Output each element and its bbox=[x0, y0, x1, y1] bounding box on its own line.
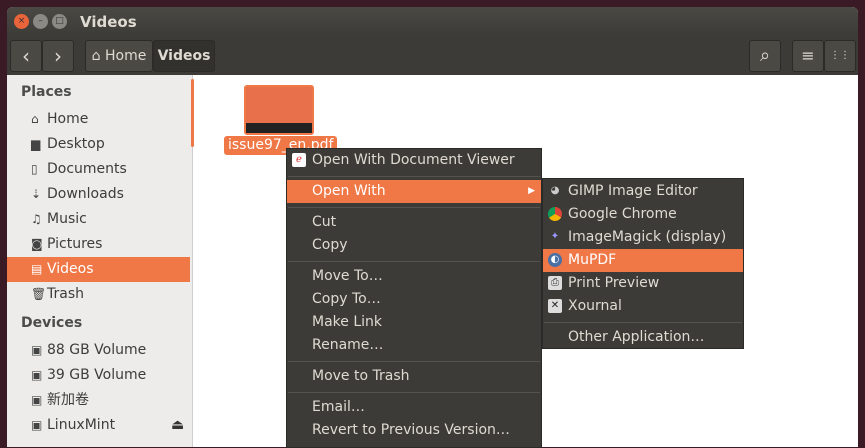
app-xournal[interactable]: ✕ Xournal bbox=[543, 295, 743, 318]
app-chrome[interactable]: Google Chrome bbox=[543, 203, 743, 226]
submenu-arrow-icon: ▶ bbox=[528, 186, 535, 196]
document-icon: ▯ bbox=[31, 162, 38, 176]
sidebar-item-downloads[interactable]: ⇣ Downloads bbox=[7, 182, 190, 207]
sidebar: Places ⌂ Home ▆ Desktop ▯ Documents ⇣ Downlo… bbox=[7, 75, 193, 447]
label: Downloads bbox=[47, 186, 124, 202]
breadcrumb-videos[interactable]: Videos bbox=[153, 40, 215, 72]
list-view-button[interactable]: ≡ bbox=[792, 40, 824, 72]
folder-icon: ▆ bbox=[31, 137, 41, 151]
search-button[interactable]: ⌕ bbox=[749, 40, 781, 72]
crumb-label: Home bbox=[105, 48, 147, 64]
menu-open-with-document-viewer[interactable]: ℯ Open With Document Viewer bbox=[287, 149, 541, 172]
menu-revert[interactable]: Revert to Previous Version… bbox=[287, 419, 541, 442]
close-button[interactable]: × bbox=[14, 14, 29, 29]
menu-copy[interactable]: Copy bbox=[287, 234, 541, 257]
label: Trash bbox=[47, 286, 84, 302]
label: Music bbox=[47, 211, 87, 227]
sidebar-item-volume[interactable]: ▣ 新加卷 bbox=[7, 388, 190, 413]
mupdf-icon: ◐ bbox=[548, 253, 562, 267]
menu-copy-to[interactable]: Copy To… bbox=[287, 288, 541, 311]
app-gimp[interactable]: ◕ GIMP Image Editor bbox=[543, 180, 743, 203]
forward-button[interactable]: › bbox=[42, 40, 74, 72]
sidebar-item-88gb[interactable]: ▣ 88 GB Volume bbox=[7, 338, 190, 363]
places-heading: Places bbox=[21, 84, 72, 100]
label: Desktop bbox=[47, 136, 105, 152]
chrome-icon bbox=[548, 207, 562, 221]
app-imagemagick[interactable]: ✦ ImageMagick (display) bbox=[543, 226, 743, 249]
sidebar-scrollbar[interactable] bbox=[191, 79, 194, 147]
app-print-preview[interactable]: ⎙ Print Preview bbox=[543, 272, 743, 295]
open-with-submenu: ◕ GIMP Image Editor Google Chrome ✦ ImageM… bbox=[542, 178, 744, 349]
label: Home bbox=[47, 111, 89, 127]
film-icon: ▤ bbox=[31, 262, 43, 276]
imagemagick-icon: ✦ bbox=[550, 231, 560, 242]
label: Videos bbox=[47, 261, 94, 277]
document-viewer-icon: ℯ bbox=[292, 153, 306, 167]
breadcrumb-home[interactable]: ⌂ Home bbox=[85, 40, 153, 72]
thumbnail-footer bbox=[246, 123, 312, 133]
trash-icon: 🗑 bbox=[31, 287, 47, 301]
grid-icon: ⋮⋮ bbox=[830, 50, 850, 61]
drive-icon: ▣ bbox=[31, 343, 43, 357]
list-icon: ≡ bbox=[801, 46, 815, 65]
maximize-button[interactable]: □ bbox=[52, 14, 67, 29]
sidebar-item-linuxmint[interactable]: ▣ LinuxMint ⏏ bbox=[7, 413, 190, 438]
menu-cut[interactable]: Cut bbox=[287, 211, 541, 234]
drive-icon: ▣ bbox=[31, 393, 43, 407]
title-bar: × – □ Videos bbox=[7, 7, 858, 37]
label: MuPDF bbox=[568, 252, 617, 268]
label: Open With bbox=[312, 183, 386, 199]
window-title: Videos bbox=[80, 13, 137, 31]
eject-icon[interactable]: ⏏ bbox=[171, 413, 184, 438]
label: Google Chrome bbox=[568, 206, 677, 222]
label: ImageMagick (display) bbox=[568, 229, 727, 245]
label: Print Preview bbox=[568, 275, 660, 291]
label: Open With Document Viewer bbox=[312, 152, 515, 168]
camera-icon: ◙ bbox=[31, 237, 43, 251]
home-icon: ⌂ bbox=[91, 48, 101, 64]
drive-icon: ▣ bbox=[31, 418, 43, 432]
file-thumbnail[interactable] bbox=[244, 85, 314, 135]
devices-heading: Devices bbox=[21, 315, 83, 331]
sidebar-item-desktop[interactable]: ▆ Desktop bbox=[7, 132, 190, 157]
label: Documents bbox=[47, 161, 127, 177]
menu-make-link[interactable]: Make Link bbox=[287, 311, 541, 334]
sidebar-item-music[interactable]: ♫ Music bbox=[7, 207, 190, 232]
label: 新加卷 bbox=[47, 392, 89, 408]
gimp-icon: ◕ bbox=[550, 185, 560, 196]
back-button[interactable]: ‹ bbox=[10, 40, 42, 72]
home-icon: ⌂ bbox=[31, 112, 39, 126]
menu-move-to[interactable]: Move To… bbox=[287, 265, 541, 288]
music-icon: ♫ bbox=[31, 212, 42, 226]
label: LinuxMint bbox=[47, 417, 116, 433]
search-icon: ⌕ bbox=[759, 45, 771, 66]
menu-email[interactable]: Email… bbox=[287, 396, 541, 419]
label: Xournal bbox=[568, 298, 622, 314]
sidebar-item-home[interactable]: ⌂ Home bbox=[7, 107, 190, 132]
label: 39 GB Volume bbox=[47, 367, 147, 383]
label: GIMP Image Editor bbox=[568, 183, 698, 199]
printer-icon: ⎙ bbox=[548, 276, 562, 290]
app-other[interactable]: Other Application… bbox=[543, 326, 743, 349]
label: 88 GB Volume bbox=[47, 342, 147, 358]
toolbar: ‹ › ⌂ Home Videos ⌕ ≡ ⋮⋮ bbox=[7, 37, 858, 75]
sidebar-item-trash[interactable]: 🗑Trash bbox=[7, 282, 190, 307]
drive-icon: ▣ bbox=[31, 368, 43, 382]
minimize-button[interactable]: – bbox=[33, 14, 48, 29]
download-icon: ⇣ bbox=[31, 187, 42, 201]
sidebar-item-39gb[interactable]: ▣ 39 GB Volume bbox=[7, 363, 190, 388]
menu-open-with[interactable]: Open With ▶ bbox=[287, 180, 541, 203]
menu-move-to-trash[interactable]: Move to Trash bbox=[287, 365, 541, 388]
context-menu: ℯ Open With Document Viewer Open With ▶ Cu… bbox=[286, 148, 542, 448]
grid-view-button[interactable]: ⋮⋮ bbox=[824, 40, 856, 72]
label: Pictures bbox=[47, 236, 103, 252]
menu-rename[interactable]: Rename… bbox=[287, 334, 541, 357]
sidebar-item-pictures[interactable]: ◙ Pictures bbox=[7, 232, 190, 257]
sidebar-item-documents[interactable]: ▯ Documents bbox=[7, 157, 190, 182]
sidebar-item-videos[interactable]: ▤ Videos bbox=[7, 257, 190, 282]
xournal-icon: ✕ bbox=[548, 299, 562, 313]
app-mupdf[interactable]: ◐ MuPDF bbox=[543, 249, 743, 272]
